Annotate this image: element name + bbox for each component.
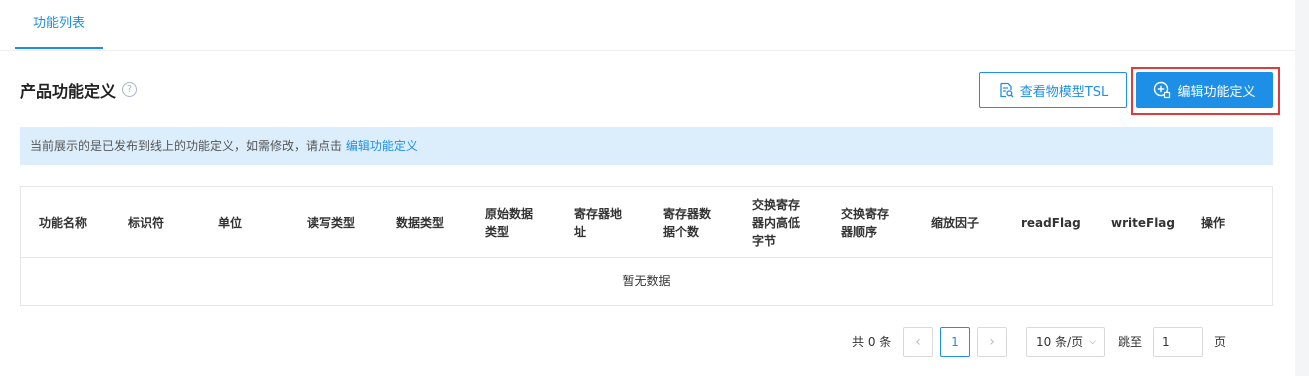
notice-edit-link[interactable]: 编辑功能定义 [346,139,418,153]
scrollbar-track[interactable] [1295,0,1309,376]
chevron-right-icon: › [989,334,995,350]
column-header: 寄存器地址 [574,206,623,239]
column-header: 标识符 [128,215,165,230]
column-header: writeFlag [1111,215,1175,230]
goto-page-input[interactable] [1153,327,1203,357]
chevron-down-icon: ⌵ [1089,337,1096,347]
column-header: 交换寄存器顺序 [841,206,890,239]
column-header: readFlag [1021,215,1081,230]
view-tsl-button[interactable]: 查看物模型TSL [979,72,1127,108]
column-header: 数据类型 [396,215,445,230]
page-unit-label: 页 [1214,335,1227,349]
column-header: 功能名称 [39,215,88,230]
column-header: 单位 [218,215,243,230]
tab-function-list[interactable]: 功能列表 [15,0,103,49]
next-page-button[interactable]: › [977,327,1007,357]
prev-page-button[interactable]: ‹ [903,327,933,357]
tab-bar: 功能列表 [0,0,1295,51]
highlight-box [1131,67,1280,115]
page-title: 产品功能定义 [20,82,117,101]
page-size-select[interactable]: 10 条/页 ⌵ [1026,327,1105,357]
column-header: 原始数据类型 [485,206,534,239]
total-count: 共 0 条 [852,335,892,349]
help-icon[interactable]: ? [122,82,137,97]
chevron-left-icon: ‹ [915,334,921,350]
column-header: 交换寄存器内高低字节 [752,197,801,248]
view-tsl-label: 查看物模型TSL [1019,84,1109,100]
column-header: 操作 [1201,215,1226,230]
document-search-icon [1000,82,1014,98]
goto-label: 跳至 [1118,335,1143,349]
column-header: 缩放因子 [931,215,980,230]
info-notice: 当前展示的是已发布到线上的功能定义，如需修改，请点击 编辑功能定义 [20,127,1273,165]
empty-state: 暂无数据 [622,274,671,288]
function-table: 功能名称 标识符 单位 读写类型 数据类型 原始数据类型 寄存器地址 寄存器数据… [20,186,1273,306]
page-number-button[interactable]: 1 [940,327,970,357]
notice-text: 当前展示的是已发布到线上的功能定义，如需修改，请点击 [30,139,346,153]
page-size-value: 10 条/页 [1036,335,1084,349]
table-header: 功能名称 标识符 单位 读写类型 数据类型 原始数据类型 寄存器地址 寄存器数据… [21,187,1272,258]
column-header: 读写类型 [307,215,356,230]
column-header: 寄存器数据个数 [663,206,712,239]
